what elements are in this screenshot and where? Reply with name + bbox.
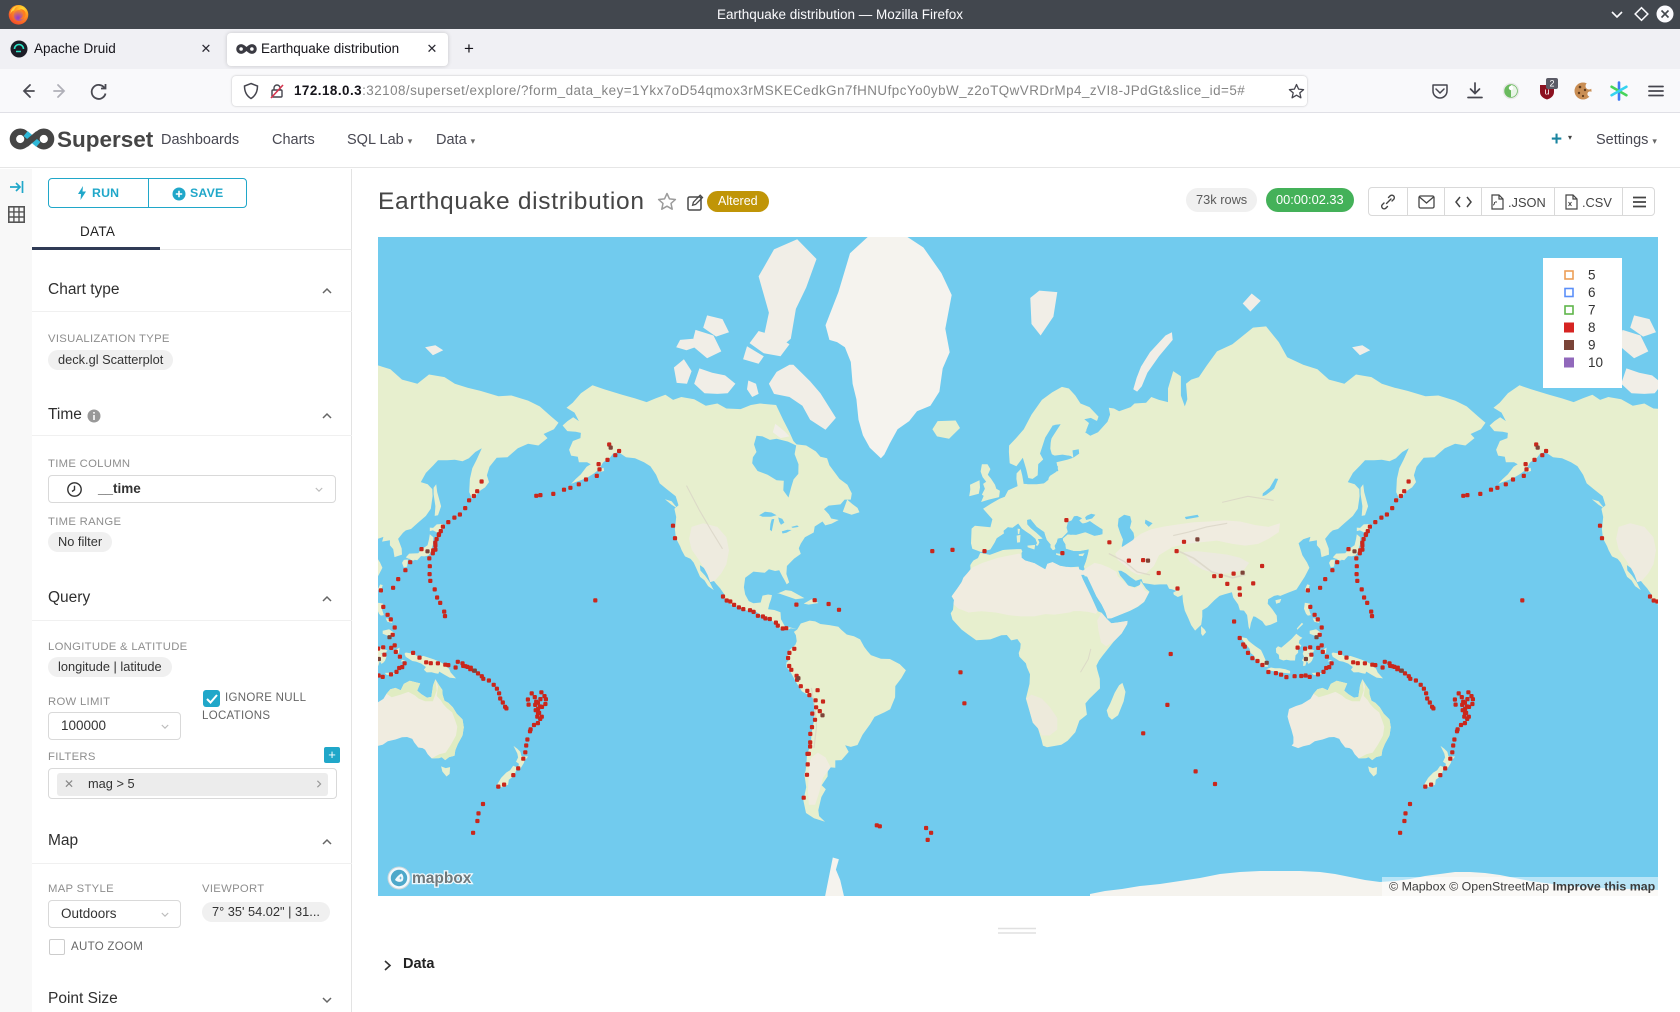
svg-text:5: 5 — [1588, 268, 1596, 283]
svg-text:mapbox: mapbox — [412, 870, 472, 887]
svg-text:8: 8 — [1588, 320, 1596, 335]
svg-text:9: 9 — [1588, 338, 1596, 353]
svg-text:10: 10 — [1588, 355, 1603, 370]
svg-text:© Mapbox © OpenStreetMap Impro: © Mapbox © OpenStreetMap Improve this ma… — [1389, 880, 1656, 894]
svg-text:7: 7 — [1588, 303, 1596, 318]
svg-text:6: 6 — [1588, 285, 1596, 300]
svg-text:2: 2 — [1549, 79, 1554, 89]
